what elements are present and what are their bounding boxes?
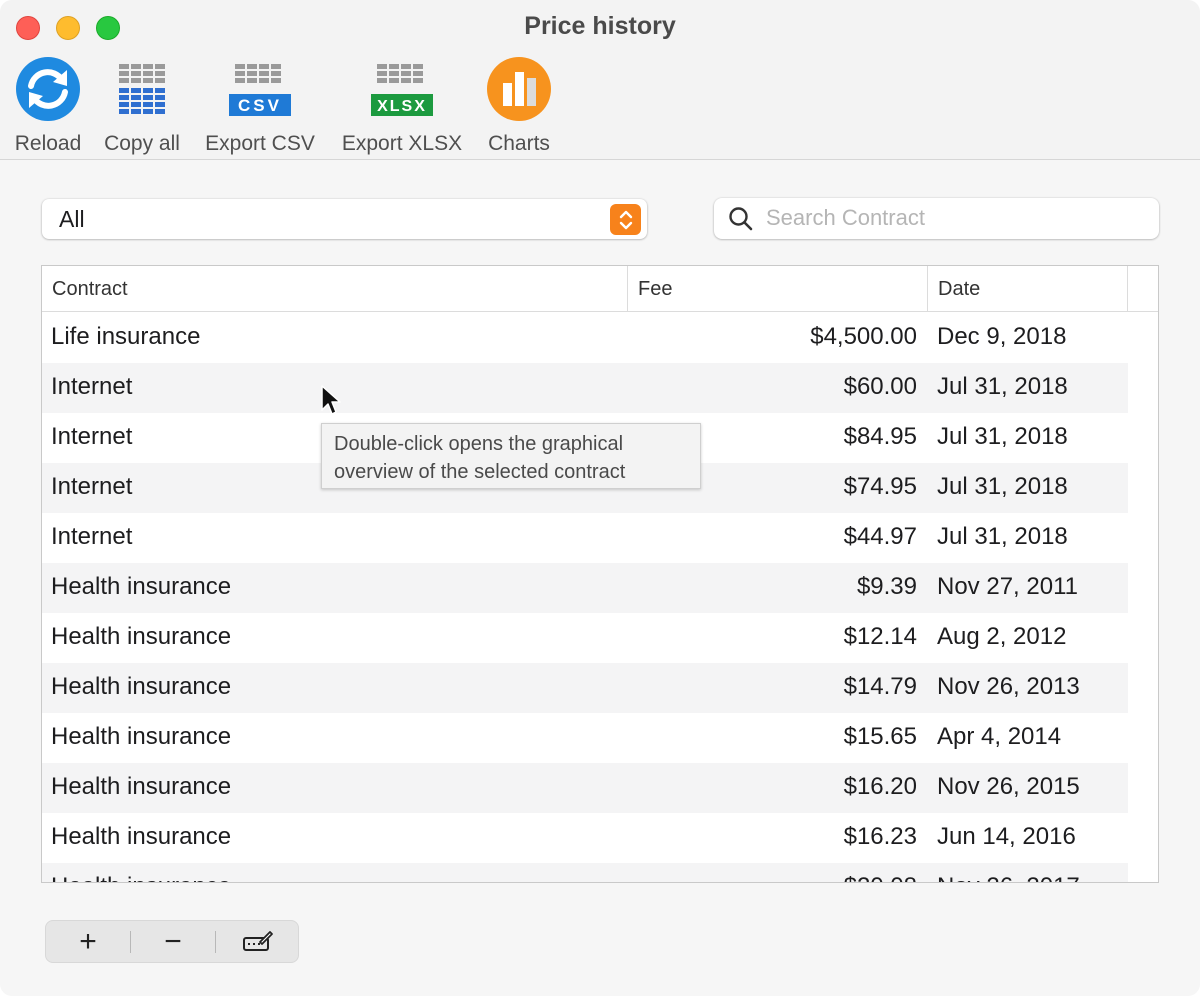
cell-fee: $12.14 (843, 623, 917, 650)
cell-contract: Health insurance (51, 573, 232, 600)
table-row[interactable]: Health insurance $14.79 Nov 26, 2013 (42, 663, 1128, 713)
cell-fee: $20.08 (844, 873, 917, 882)
row-actions-segmented-control: + − (45, 920, 299, 963)
cell-contract: Internet (51, 423, 133, 450)
table-row[interactable]: Health insurance $16.20 Nov 26, 2015 (42, 763, 1128, 813)
cell-contract: Health insurance (51, 623, 232, 650)
table-row[interactable]: Health insurance $15.65 Apr 4, 2014 (42, 713, 1128, 763)
cell-fee: $4,500.00 (810, 323, 917, 350)
xlsx-icon: XLSX (371, 64, 433, 116)
cell-date: Jul 31, 2018 (937, 423, 1068, 450)
contract-filter-popup[interactable]: All (42, 199, 647, 239)
cell-contract: Internet (51, 523, 133, 550)
copy-all-label: Copy all (104, 132, 180, 155)
edit-icon (243, 930, 273, 951)
cell-contract: Health insurance (51, 673, 232, 700)
cell-contract: Health insurance (51, 723, 232, 750)
column-header-contract[interactable]: Contract (42, 266, 628, 312)
cell-contract: Life insurance (51, 323, 201, 350)
charts-label: Charts (488, 132, 550, 155)
charts-button[interactable]: Charts (482, 54, 556, 156)
cell-fee: $15.65 (843, 723, 917, 750)
table-row[interactable]: Health insurance $9.39 Nov 27, 2011 (42, 563, 1128, 613)
cell-date: Aug 2, 2012 (937, 623, 1067, 650)
csv-icon: CSV (229, 64, 291, 116)
cell-fee: $16.20 (843, 773, 917, 800)
titlebar: Price history Reload Copy all CSV Export… (0, 0, 1200, 160)
bar-chart-icon (487, 57, 551, 121)
search-field[interactable] (714, 198, 1159, 239)
cell-date: Jul 31, 2018 (937, 523, 1068, 550)
tooltip: Double-click opens the graphical overvie… (321, 423, 701, 489)
cell-date: Apr 4, 2014 (937, 723, 1062, 750)
table-row[interactable]: Internet $44.97 Jul 31, 2018 (42, 513, 1128, 563)
price-history-table[interactable]: Contract Fee Date Life insurance $4,500.… (41, 265, 1159, 883)
table-row[interactable]: Life insurance $4,500.00 Dec 9, 2018 (42, 313, 1128, 363)
cell-date: Jun 14, 2016 (937, 823, 1076, 850)
cell-fee: $14.79 (843, 673, 917, 700)
minus-icon: − (164, 924, 182, 958)
xlsx-badge-text: XLSX (377, 98, 427, 115)
edit-row-button[interactable] (216, 921, 300, 962)
cell-fee: $9.39 (856, 573, 917, 600)
filter-selected-value: All (59, 206, 85, 232)
export-csv-label: Export CSV (205, 132, 315, 155)
cell-fee: $16.23 (843, 823, 917, 850)
table-row[interactable]: Health insurance $20.08 Nov 26, 2017 (42, 863, 1128, 882)
remove-row-button[interactable]: − (131, 921, 215, 962)
add-row-button[interactable]: + (46, 921, 130, 962)
export-xlsx-label: Export XLSX (341, 132, 463, 155)
copy-all-button[interactable]: Copy all (98, 54, 186, 156)
export-xlsx-button[interactable]: XLSX Export XLSX (334, 54, 470, 156)
cell-date: Jul 31, 2018 (937, 473, 1068, 500)
table-body: Life insurance $4,500.00 Dec 9, 2018 Int… (42, 313, 1128, 882)
tooltip-line-2: overview of the selected contract (334, 461, 626, 483)
cell-date: Nov 26, 2015 (937, 773, 1080, 800)
cell-date: Nov 26, 2013 (937, 673, 1080, 700)
cell-contract: Internet (51, 473, 133, 500)
mouse-pointer-icon (321, 385, 341, 415)
search-icon (729, 207, 753, 231)
cell-date: Nov 26, 2017 (937, 873, 1080, 882)
cell-contract: Internet (51, 373, 133, 400)
column-header-date[interactable]: Date (928, 266, 1128, 312)
cell-date: Jul 31, 2018 (937, 373, 1068, 400)
table-row[interactable]: Health insurance $12.14 Aug 2, 2012 (42, 613, 1128, 663)
table-row[interactable]: Internet $60.00 Jul 31, 2018 (42, 363, 1128, 413)
tooltip-line-1: Double-click opens the graphical (334, 433, 624, 455)
cell-fee: $84.95 (843, 423, 917, 450)
plus-icon: + (79, 924, 97, 958)
cell-date: Nov 27, 2011 (937, 573, 1078, 600)
price-history-window: Price history Reload Copy all CSV Export… (0, 0, 1200, 996)
export-csv-button[interactable]: CSV Export CSV (198, 54, 322, 156)
column-header-fee[interactable]: Fee (628, 266, 928, 312)
reload-icon (16, 57, 80, 121)
cell-contract: Health insurance (51, 873, 231, 882)
table-header: Contract Fee Date (42, 266, 1158, 312)
cell-fee: $60.00 (843, 373, 917, 400)
popup-stepper-icon (610, 204, 641, 235)
cell-contract: Health insurance (51, 823, 232, 850)
table-row[interactable]: Health insurance $16.23 Jun 14, 2016 (42, 813, 1128, 863)
cell-fee: $74.95 (843, 473, 917, 500)
cell-fee: $44.97 (843, 523, 917, 550)
reload-label: Reload (14, 132, 82, 155)
reload-button[interactable]: Reload (10, 54, 86, 156)
cell-contract: Health insurance (51, 773, 232, 800)
cell-date: Dec 9, 2018 (937, 323, 1067, 350)
csv-badge-text: CSV (238, 96, 282, 115)
search-input[interactable] (766, 202, 1146, 234)
table-icon (119, 64, 165, 114)
window-title: Price history (524, 12, 676, 40)
